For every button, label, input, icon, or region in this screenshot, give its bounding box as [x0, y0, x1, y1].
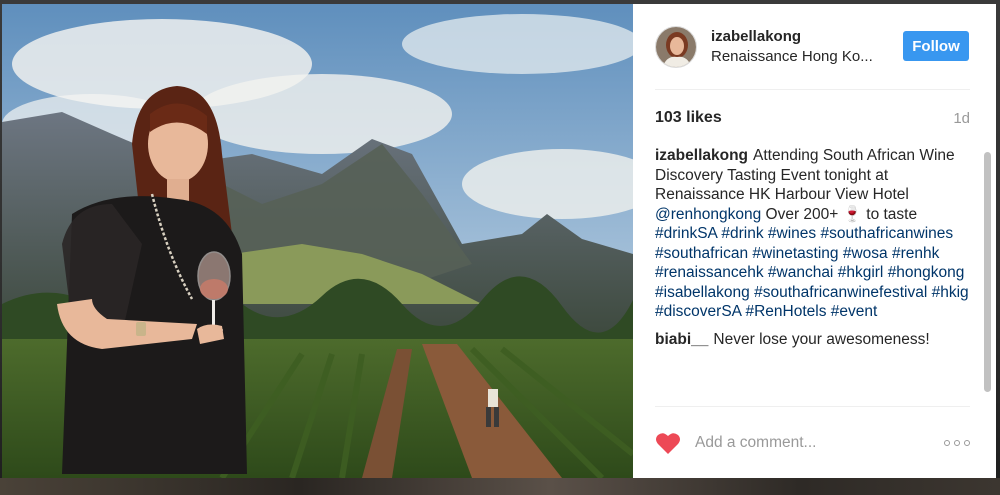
- comment-items: biabi__ Never lose your awesomeness!: [655, 330, 970, 350]
- hashtag-link[interactable]: #event: [831, 303, 878, 320]
- hashtag-link[interactable]: #renhk: [892, 245, 939, 262]
- hashtag-link[interactable]: #wines: [768, 225, 816, 242]
- comments-list: izabellakong Attending South African Wine…: [655, 146, 970, 390]
- hashtag-link[interactable]: #southafrican: [655, 245, 748, 262]
- post-photo-illustration: [2, 4, 633, 478]
- hashtag-link[interactable]: #isabellakong: [655, 284, 750, 301]
- hashtag-link[interactable]: #hongkong: [888, 264, 965, 281]
- comment-item: biabi__ Never lose your awesomeness!: [655, 330, 970, 350]
- post-side-panel: izabellakong Renaissance Hong Ko... Foll…: [633, 4, 996, 478]
- comment-text: Never lose your awesomeness!: [713, 330, 930, 348]
- likes-row: 103 likes 1d: [655, 90, 970, 146]
- hashtag-link[interactable]: #wanchai: [768, 264, 834, 281]
- background-feed-strip: [0, 478, 1000, 495]
- hashtag-link[interactable]: #RenHotels: [745, 303, 826, 320]
- comment-input[interactable]: [695, 433, 936, 452]
- hashtag-link[interactable]: #drinkSA: [655, 225, 717, 242]
- caption-text-fragment: Over 200+ 🍷 to taste: [761, 205, 918, 223]
- more-options-icon[interactable]: [944, 439, 970, 446]
- hashtag-link[interactable]: #discoverSA: [655, 303, 741, 320]
- post-timestamp[interactable]: 1d: [953, 110, 970, 127]
- author-username[interactable]: izabellakong: [711, 27, 873, 47]
- comment-bar: [655, 406, 970, 478]
- hashtag-link[interactable]: #hkig: [932, 284, 969, 301]
- more-dot: [954, 439, 960, 446]
- follow-button[interactable]: Follow: [903, 31, 969, 61]
- hashtag-link[interactable]: #renaissancehk: [655, 264, 764, 281]
- avatar-image: [656, 26, 696, 67]
- caption-username[interactable]: izabellakong: [655, 147, 748, 164]
- hashtag-link[interactable]: #southafricanwines: [820, 225, 953, 242]
- post-photo[interactable]: [2, 4, 633, 478]
- hashtag-link[interactable]: #winetasting: [752, 245, 838, 262]
- likes-count[interactable]: 103 likes: [655, 109, 722, 127]
- caption: izabellakong Attending South African Wine…: [655, 146, 970, 322]
- mention-link[interactable]: @renhongkong: [655, 206, 761, 223]
- hashtag-link[interactable]: #southafricanwinefestival: [754, 284, 927, 301]
- post-modal: izabellakong Renaissance Hong Ko... Foll…: [2, 4, 996, 478]
- caption-text: Attending South African Wine Discovery T…: [655, 147, 969, 320]
- author-block: izabellakong Renaissance Hong Ko...: [711, 27, 873, 67]
- post-header: izabellakong Renaissance Hong Ko... Foll…: [655, 4, 970, 90]
- comment-username[interactable]: biabi__: [655, 331, 708, 348]
- more-dot: [964, 439, 970, 446]
- comments-scrollbar[interactable]: [984, 152, 991, 392]
- heart-icon[interactable]: [655, 431, 681, 455]
- hashtag-link[interactable]: #drink: [721, 225, 763, 242]
- more-dot: [944, 439, 950, 446]
- hashtag-link[interactable]: #hkgirl: [838, 264, 884, 281]
- avatar[interactable]: [655, 25, 697, 68]
- hashtag-link[interactable]: #wosa: [843, 245, 888, 262]
- post-location[interactable]: Renaissance Hong Ko...: [711, 47, 873, 67]
